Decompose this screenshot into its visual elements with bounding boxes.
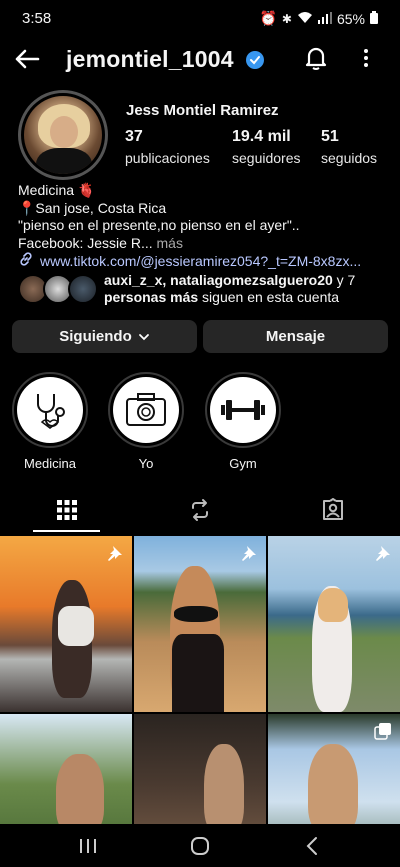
highlight-gym[interactable]: Gym <box>205 372 281 471</box>
message-button[interactable]: Mensaje <box>203 320 388 353</box>
avatar-image <box>21 93 105 177</box>
link-icon <box>18 251 34 270</box>
followed-by-text: auxi_z_x, nataliagomezsalguero20 y 7 per… <box>104 272 394 306</box>
bio-line: Facebook: Jessie R... <box>18 234 153 251</box>
stat-label: seguidos <box>321 150 378 166</box>
post-thumbnail[interactable] <box>134 536 266 712</box>
stat-label: publicaciones <box>125 150 210 166</box>
highlight-label: Gym <box>229 456 257 471</box>
bio: Medicina 🫀 📍San jose, Costa Rica "pienso… <box>18 182 388 252</box>
system-nav-bar <box>0 824 400 867</box>
tab-reels[interactable] <box>133 490 266 534</box>
highlight-label: Medicina <box>23 456 77 471</box>
home-icon[interactable] <box>180 832 220 860</box>
full-name: Jess Montiel Ramirez <box>126 102 279 119</box>
stat-label: seguidores <box>232 150 301 166</box>
dumbbell-icon <box>210 377 276 443</box>
tagged-person-icon <box>321 497 345 527</box>
profile-header: jemontiel_1004 <box>0 40 400 80</box>
mutual-avatars <box>18 274 98 304</box>
recents-icon[interactable] <box>68 832 108 860</box>
post-thumbnail[interactable] <box>0 536 132 712</box>
pin-icon <box>376 546 390 561</box>
mutual-names: auxi_z_x, nataliagomezsalguero20 <box>104 272 333 288</box>
stat-value: 51 <box>321 128 339 145</box>
camera-icon <box>113 377 179 443</box>
highlight-ring <box>108 372 184 448</box>
avatar <box>68 274 98 304</box>
bluetooth-icon: ✱ <box>281 11 292 26</box>
post-thumbnail[interactable] <box>268 536 400 712</box>
message-label: Mensaje <box>265 328 326 345</box>
bio-line: Medicina 🫀 <box>18 182 96 198</box>
bio-line: 📍San jose, Costa Rica <box>18 199 167 216</box>
bio-line: "pienso en el presente,no pienso en el a… <box>18 217 300 233</box>
profile-tabs <box>0 490 400 534</box>
profile-avatar[interactable] <box>18 90 108 180</box>
alarm-icon: ⏰ <box>259 10 277 26</box>
grid-icon <box>56 499 78 526</box>
verified-badge-icon <box>245 50 265 70</box>
highlight-medicina[interactable]: Medicina <box>12 372 88 471</box>
more-vertical-icon[interactable] <box>356 46 376 70</box>
pin-icon <box>108 546 122 561</box>
pin-icon <box>242 546 256 561</box>
highlight-ring <box>205 372 281 448</box>
back-nav-icon[interactable] <box>292 832 332 860</box>
status-icons: ⏰ ✱ 65% <box>259 10 378 27</box>
carousel-icon <box>374 723 391 740</box>
tab-tagged[interactable] <box>266 490 399 534</box>
bell-icon[interactable] <box>302 44 330 72</box>
battery-percent: 65% <box>336 10 365 27</box>
highlight-yo[interactable]: Yo <box>108 372 184 471</box>
stethoscope-icon <box>17 377 83 443</box>
tab-grid[interactable] <box>0 490 133 534</box>
following-button[interactable]: Siguiendo <box>12 320 197 353</box>
mutual-connector: y 7 <box>332 272 356 288</box>
battery-icon <box>370 10 378 27</box>
more-link[interactable]: más <box>153 235 183 251</box>
signal-icon <box>317 11 332 27</box>
bio-link[interactable]: www.tiktok.com/@jessieramirez054?_t=ZM-8… <box>18 251 388 270</box>
active-tab-indicator <box>33 530 100 532</box>
highlight-label: Yo <box>138 456 154 471</box>
post-thumbnail[interactable] <box>134 714 266 824</box>
repost-icon <box>188 498 212 527</box>
followed-by[interactable]: auxi_z_x, nataliagomezsalguero20 y 7 per… <box>18 272 388 308</box>
chevron-down-icon <box>138 328 150 345</box>
back-arrow-icon[interactable] <box>12 44 42 74</box>
stat-followers[interactable]: 19.4 mil seguidores <box>232 128 301 166</box>
stat-following[interactable]: 51 seguidos <box>321 128 377 166</box>
stat-value: 19.4 mil <box>232 128 291 145</box>
highlight-ring <box>12 372 88 448</box>
stat-value: 37 <box>125 128 143 145</box>
stat-posts[interactable]: 37 publicaciones <box>125 128 210 166</box>
mutual-others: personas más <box>104 289 199 305</box>
link-text: www.tiktok.com/@jessieramirez054?_t=ZM-8… <box>40 252 362 269</box>
post-thumbnail[interactable] <box>0 714 132 824</box>
status-time: 3:58 <box>22 10 52 27</box>
status-bar: 3:58 ⏰ ✱ 65% <box>0 0 400 36</box>
posts-grid <box>0 536 400 824</box>
following-label: Siguiendo <box>59 328 132 345</box>
wifi-icon <box>297 11 313 27</box>
bio-line-truncated: Facebook: Jessie R... más <box>18 235 388 253</box>
username: jemontiel_1004 <box>66 46 234 72</box>
mutual-suffix: siguen en esta cuenta <box>198 289 340 305</box>
post-thumbnail[interactable] <box>268 714 400 824</box>
